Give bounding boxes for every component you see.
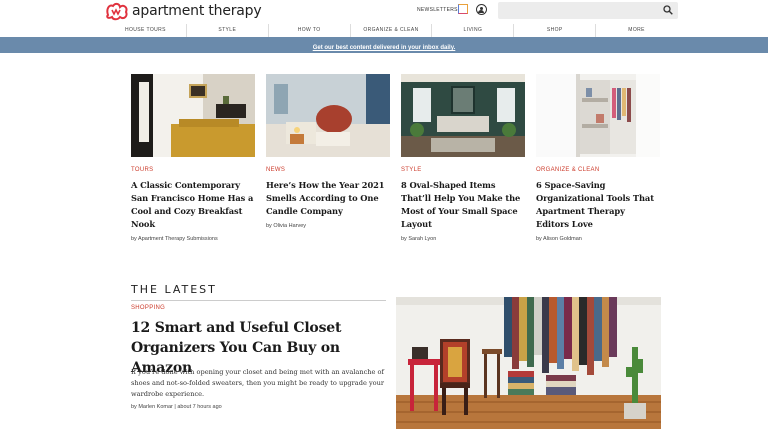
nav-item-house-tours[interactable]: HOUSE TOURS	[105, 24, 187, 37]
main-nav: HOUSE TOURS STYLE HOW TO ORGANIZE & CLEA…	[105, 24, 677, 37]
nav-item-living[interactable]: LIVING	[432, 24, 515, 37]
search-icon[interactable]	[663, 5, 673, 15]
newsletter-icon[interactable]	[458, 4, 468, 14]
site-logo[interactable]: apartment therapy	[105, 1, 262, 21]
section-heading-text: THE LATEST	[131, 283, 217, 296]
article-card[interactable]: ORGANIZE & CLEAN 6 Space-Saving Organiza…	[536, 74, 660, 242]
article-image-breakfast-nook[interactable]	[131, 74, 255, 157]
site-header: apartment therapy NEWSLETTERS	[0, 0, 768, 22]
article-category[interactable]: TOURS	[131, 167, 255, 173]
article-byline: by Olivia Harvey	[266, 223, 307, 229]
featured-article-image[interactable]	[396, 297, 661, 429]
article-title[interactable]: A Classic Contemporary San Francisco Hom…	[131, 179, 255, 231]
article-card[interactable]: TOURS A Classic Contemporary San Francis…	[131, 74, 255, 242]
article-image-closet[interactable]	[536, 74, 660, 157]
article-image-candle[interactable]	[266, 74, 390, 157]
nav-item-more[interactable]: MORE	[596, 24, 677, 37]
newsletter-promo-link[interactable]: Get our best content delivered in your i…	[313, 45, 456, 51]
article-category[interactable]: ORGANIZE & CLEAN	[536, 167, 660, 173]
featured-article-category[interactable]: SHOPPING	[131, 305, 165, 311]
nav-item-organize-clean[interactable]: ORGANIZE & CLEAN	[351, 24, 433, 37]
newsletter-promo-bar: Get our best content delivered in your i…	[0, 37, 768, 53]
article-title[interactable]: 6 Space-Saving Organizational Tools That…	[536, 179, 660, 231]
nav-item-shop[interactable]: SHOP	[514, 24, 597, 37]
nav-item-style[interactable]: STYLE	[187, 24, 269, 37]
article-card[interactable]: NEWS Here’s How the Year 2021 Smells Acc…	[266, 74, 390, 229]
article-category[interactable]: STYLE	[401, 167, 525, 173]
user-account-icon[interactable]	[476, 4, 487, 15]
article-title[interactable]: 8 Oval-Shaped Items That’ll Help You Mak…	[401, 179, 525, 231]
article-image-living-room[interactable]	[401, 74, 525, 157]
search-input[interactable]	[498, 2, 678, 19]
logo-mark-icon	[106, 2, 128, 21]
featured-article-meta: by Marlen Komar | about 7 hours ago	[131, 404, 222, 410]
article-category[interactable]: NEWS	[266, 167, 390, 173]
article-byline: by Sarah Lyon	[401, 236, 437, 242]
brand-name: apartment therapy	[132, 3, 262, 19]
newsletters-link[interactable]: NEWSLETTERS	[417, 7, 458, 13]
nav-item-how-to[interactable]: HOW TO	[269, 24, 351, 37]
article-byline: by Apartment Therapy Submissions	[131, 236, 218, 242]
article-title[interactable]: Here’s How the Year 2021 Smells Accordin…	[266, 179, 390, 218]
article-byline: by Alison Goldman	[536, 236, 582, 242]
article-card[interactable]: STYLE 8 Oval-Shaped Items That’ll Help Y…	[401, 74, 525, 242]
featured-article-description: If you’re done with opening your closet …	[131, 368, 385, 398]
section-heading-latest: THE LATEST	[131, 280, 386, 301]
